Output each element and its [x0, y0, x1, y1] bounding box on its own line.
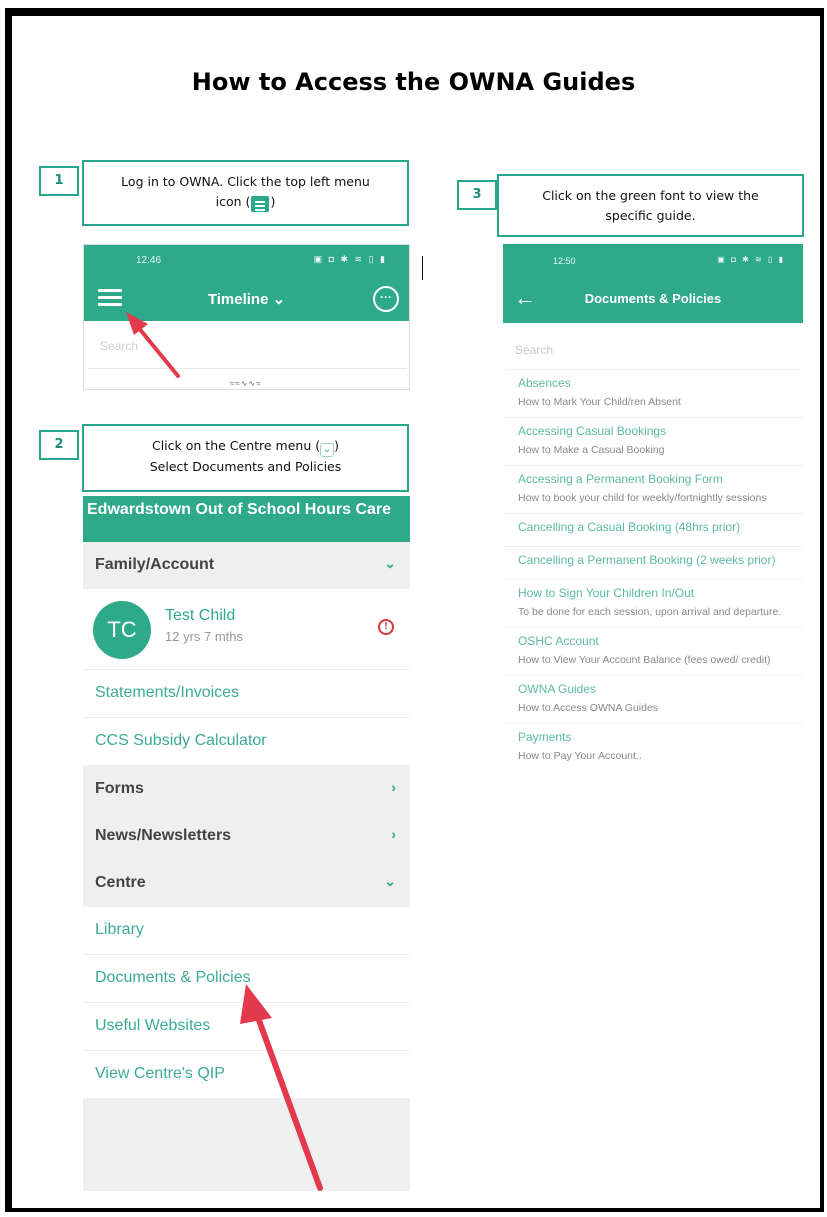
chevron-right-icon: ›	[391, 779, 396, 795]
section-label: News/Newsletters	[95, 827, 232, 844]
centre-menu-screen: Edwardstown Out of School Hours Care Fam…	[83, 496, 410, 1192]
guide-description: How to Make a Casual Booking	[518, 444, 665, 456]
step-3-line-2: specific guide.	[605, 208, 696, 223]
status-icons: ▣ ◘ ✱ ≋ ▯ ▮	[717, 255, 785, 264]
guide-item: Cancelling a Permanent Booking (2 weeks …	[503, 547, 803, 580]
menu-link-statements[interactable]: Statements/Invoices	[83, 670, 410, 718]
step-1-number: 1	[39, 166, 79, 196]
guide-description: How to Pay Your Account..	[518, 750, 642, 762]
guide-item: How to Sign Your Children In/Out To be d…	[503, 580, 803, 628]
child-row[interactable]: TC Test Child 12 yrs 7 mths !	[83, 589, 410, 670]
guide-list: Absences How to Mark Your Child/ren Abse…	[503, 370, 803, 771]
menu-link-useful-websites[interactable]: Useful Websites	[83, 1003, 410, 1051]
status-time: 12:50	[553, 256, 576, 266]
chevron-down-icon: ⌄	[320, 443, 335, 457]
guide-link[interactable]: Accessing Casual Bookings	[518, 422, 803, 440]
child-age: 12 yrs 7 mths	[165, 629, 244, 644]
chevron-down-icon: ⌄	[272, 291, 286, 308]
guide-description: How to book your child for weekly/fortni…	[518, 492, 767, 504]
guide-item: Accessing Casual Bookings How to Make a …	[503, 418, 803, 466]
timeline-nav: Timeline ⌄ ···	[84, 277, 409, 321]
guide-link[interactable]: Accessing a Permanent Booking Form	[518, 470, 803, 488]
status-time: 12:46	[136, 255, 162, 266]
guide-link[interactable]: OWNA Guides	[518, 680, 803, 698]
guide-item: Absences How to Mark Your Child/ren Abse…	[503, 370, 803, 418]
guide-link[interactable]: Cancelling a Permanent Booking (2 weeks …	[518, 551, 803, 569]
guide-link[interactable]: Cancelling a Casual Booking (48hrs prior…	[518, 518, 803, 536]
guide-item: OWNA Guides How to Access OWNA Guides	[503, 676, 803, 724]
step-2-line-1-start: Click on the Centre menu (	[151, 438, 321, 453]
section-family-account[interactable]: Family/Account ⌄	[83, 542, 410, 589]
guide-description: How to View Your Account Balance (fees o…	[518, 654, 771, 666]
guide-item: Payments How to Pay Your Account..	[503, 724, 803, 771]
menu-link-centre-qip[interactable]: View Centre's QIP	[83, 1051, 410, 1099]
timeline-title[interactable]: Timeline ⌄	[84, 290, 409, 308]
guide-link[interactable]: How to Sign Your Children In/Out	[518, 584, 803, 602]
status-bar: 12:50 ▣ ◘ ✱ ≋ ▯ ▮	[503, 244, 803, 277]
section-news[interactable]: News/Newsletters ›	[83, 813, 410, 860]
step-2-line-2: Select Documents and Policies	[149, 459, 342, 474]
timeline-title-text: Timeline	[207, 291, 269, 308]
text-cursor	[422, 256, 423, 280]
section-forms[interactable]: Forms ›	[83, 766, 410, 813]
chevron-down-icon: ⌄	[384, 555, 396, 571]
step-1-line-2: icon ()	[84, 192, 407, 212]
guide-description: To be done for each session, upon arriva…	[518, 606, 782, 618]
step-1-line-1: Log in to OWNA. Click the top left menu	[121, 174, 370, 189]
step-3-line-1: Click on the green font to view the	[542, 188, 759, 203]
menu-link-documents-policies[interactable]: Documents & Policies	[83, 955, 410, 1003]
app-bar: 12:46 ▣ ◘ ✱ ≋ ▯ ▮ Timeline ⌄ ···	[84, 245, 409, 321]
search-input[interactable]: Search	[505, 326, 801, 370]
avatar: TC	[93, 601, 151, 659]
step-2-line-1-end: )	[334, 438, 339, 453]
guide-link[interactable]: OSHC Account	[518, 632, 803, 650]
step-3-number: 3	[457, 180, 497, 210]
step-1-line-2-start: icon (	[215, 194, 251, 209]
step-1-line-2-end: )	[270, 194, 276, 209]
menu-icon	[251, 196, 270, 212]
status-bar: 12:46 ▣ ◘ ✱ ≋ ▯ ▮	[84, 245, 409, 277]
step-2-number: 2	[39, 430, 79, 460]
search-input[interactable]: Search	[88, 325, 407, 369]
documents-policies-screen: 12:50 ▣ ◘ ✱ ≋ ▯ ▮ ← Documents & Policies…	[503, 244, 803, 964]
section-label: Forms	[95, 780, 144, 797]
menu-link-ccs-calculator[interactable]: CCS Subsidy Calculator	[83, 718, 410, 766]
child-name: Test Child	[165, 607, 236, 624]
step-1-instruction: Log in to OWNA. Click the top left menu …	[82, 160, 409, 226]
guide-item: Accessing a Permanent Booking Form How t…	[503, 466, 803, 514]
centre-name-header: Edwardstown Out of School Hours Care	[83, 496, 410, 542]
more-options-icon[interactable]: ···	[373, 286, 399, 312]
documents-nav: ← Documents & Policies	[503, 277, 803, 323]
guide-description: How to Access OWNA Guides	[518, 702, 659, 714]
timeline-screen: 12:46 ▣ ◘ ✱ ≋ ▯ ▮ Timeline ⌄ ··· Search …	[83, 244, 410, 390]
step-3-instruction: Click on the green font to view the spec…	[497, 174, 804, 237]
chevron-down-icon: ⌄	[384, 873, 396, 889]
menu-link-library[interactable]: Library	[83, 907, 410, 955]
documents-title: Documents & Policies	[584, 291, 722, 306]
document-title: How to Access the OWNA Guides	[191, 68, 636, 96]
guide-link[interactable]: Absences	[518, 374, 803, 392]
guide-link[interactable]: Payments	[518, 728, 803, 746]
step-2-line-1: Click on the Centre menu (⌄)	[84, 436, 407, 457]
step-2-instruction: Click on the Centre menu (⌄) Select Docu…	[82, 424, 409, 492]
app-bar: 12:50 ▣ ◘ ✱ ≋ ▯ ▮ ← Documents & Policies	[503, 244, 803, 323]
guide-description: How to Mark Your Child/ren Absent	[518, 396, 681, 408]
guide-item: Cancelling a Casual Booking (48hrs prior…	[503, 514, 803, 547]
alert-icon[interactable]: !	[378, 619, 394, 635]
guide-item: OSHC Account How to View Your Account Ba…	[503, 628, 803, 676]
section-centre[interactable]: Centre ⌄	[83, 860, 410, 907]
section-label: Family/Account	[95, 556, 215, 573]
partial-logo: ≈≈∿∿≈	[230, 379, 262, 388]
menu-footer-space	[83, 1099, 410, 1191]
status-icons: ▣ ◘ ✱ ≋ ▯ ▮	[313, 254, 387, 264]
section-label: Centre	[95, 874, 146, 891]
chevron-right-icon: ›	[391, 826, 396, 842]
